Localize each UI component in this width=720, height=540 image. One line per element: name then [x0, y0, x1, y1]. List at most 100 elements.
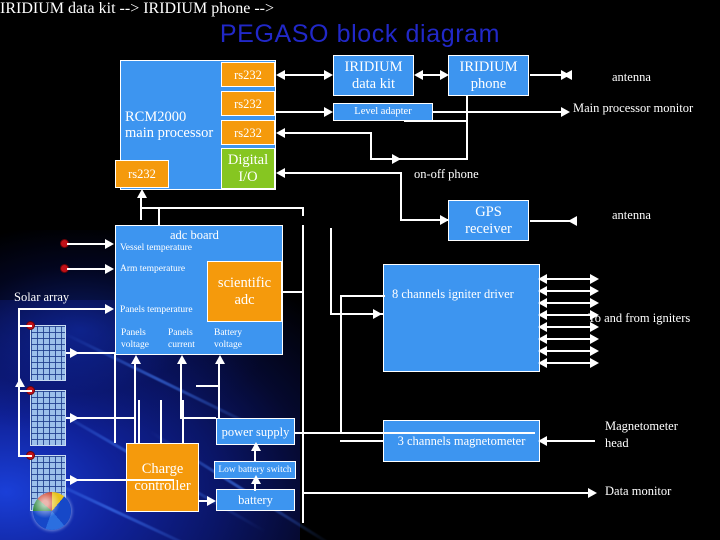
- block-gps-receiver[interactable]: GPS receiver: [448, 200, 529, 241]
- wire: [18, 308, 107, 310]
- wire: [433, 111, 563, 113]
- wire: [196, 385, 220, 387]
- wire: [541, 362, 597, 364]
- block-rs232-third[interactable]: rs232: [221, 120, 275, 145]
- wire: [134, 417, 136, 443]
- arrow-right: [207, 496, 216, 506]
- label-magnetometer-head: Magnetometer head: [605, 419, 678, 450]
- arrow-left: [276, 70, 285, 80]
- wire: [541, 302, 597, 304]
- adc-input-vessel-temperature: Vessel temperature: [120, 243, 193, 253]
- wire: [541, 440, 595, 442]
- solar-panel: [30, 325, 66, 381]
- wire: [541, 290, 597, 292]
- block-digital-io[interactable]: Digital I/O: [221, 148, 275, 189]
- wire: [218, 363, 220, 387]
- solar-panel: [30, 390, 66, 446]
- page-title: PEGASO block diagram: [219, 20, 501, 48]
- wire: [284, 132, 372, 134]
- arrow-right: [588, 488, 597, 498]
- adc-input-panels-voltage: Panels voltage: [121, 328, 149, 350]
- wire: [66, 479, 174, 481]
- earth-globe-icon: [33, 492, 71, 530]
- arrow-left: [538, 298, 547, 308]
- wire: [400, 172, 402, 220]
- arrow-right: [590, 310, 599, 320]
- arrow-up: [137, 189, 147, 198]
- arrow-right: [590, 346, 599, 356]
- wire: [541, 338, 597, 340]
- wire: [396, 158, 468, 160]
- arrow-right: [440, 70, 449, 80]
- arrow-right: [590, 298, 599, 308]
- adc-input-panels-current: Panels current: [168, 328, 195, 350]
- wire: [295, 432, 535, 434]
- arrow-up: [251, 442, 261, 451]
- block-charge-controller[interactable]: Charge controller: [126, 443, 199, 512]
- arrow-right: [590, 358, 599, 368]
- wire: [180, 417, 216, 419]
- arrow-left: [538, 436, 547, 446]
- arrow-left: [538, 346, 547, 356]
- block-battery[interactable]: battery: [216, 489, 295, 511]
- label-antenna-gps: antenna: [612, 208, 651, 222]
- wire: [284, 74, 326, 76]
- wire: [330, 228, 332, 314]
- arrow-up: [251, 475, 261, 484]
- arrow-left: [414, 70, 423, 80]
- label-main-processor-monitor: Main processor monitor: [573, 101, 694, 115]
- arrow-right: [392, 154, 401, 164]
- arrow-left: [538, 310, 547, 320]
- arrow-right: [105, 264, 114, 274]
- arrow-right: [105, 304, 114, 314]
- wire: [302, 207, 304, 216]
- wire: [18, 455, 32, 457]
- wire: [340, 295, 385, 297]
- wire: [284, 172, 402, 174]
- arrow-right: [324, 70, 333, 80]
- arrow-right: [440, 215, 449, 225]
- adc-input-arm-temperature: Arm temperature: [120, 264, 186, 274]
- adc-input-panels-temperature: Panels temperature: [120, 305, 193, 315]
- wire: [283, 291, 302, 293]
- wire: [302, 225, 304, 493]
- arrow-right: [590, 334, 599, 344]
- wire: [541, 314, 597, 316]
- arrow-left: [276, 168, 285, 178]
- wire: [138, 400, 140, 443]
- wire: [67, 268, 107, 270]
- arrow-left: [538, 358, 547, 368]
- arrow-right: [590, 286, 599, 296]
- wire: [541, 278, 597, 280]
- wire: [160, 400, 162, 443]
- arrow-left: [538, 274, 547, 284]
- wire: [140, 207, 304, 209]
- block-iridium-data-kit[interactable]: IRIDIUM data kit: [333, 55, 414, 96]
- wire: [541, 326, 597, 328]
- arrow-left: [538, 286, 547, 296]
- block-power-supply[interactable]: power supply: [216, 418, 295, 445]
- arrow-left: [568, 216, 577, 226]
- arrow-right: [590, 322, 599, 332]
- wire: [67, 243, 107, 245]
- arrow-up: [131, 355, 141, 364]
- label-on-off-phone: on-off phone: [414, 167, 479, 181]
- block-magnetometer[interactable]: 3 channels magnetometer: [383, 420, 540, 462]
- block-level-adapter[interactable]: Level adapter: [333, 103, 433, 121]
- wire: [541, 350, 597, 352]
- block-rs232-top[interactable]: rs232: [221, 62, 275, 87]
- arrow-up: [177, 355, 187, 364]
- block-scientific-adc[interactable]: scientific adc: [207, 261, 282, 322]
- block-iridium-phone[interactable]: IRIDIUM phone: [448, 55, 529, 96]
- wire: [304, 492, 590, 494]
- arrow-up: [215, 355, 225, 364]
- arrow-right: [590, 274, 599, 284]
- wire: [182, 400, 184, 443]
- label-data-monitor: Data monitor: [605, 484, 672, 498]
- wire: [18, 325, 32, 327]
- wire: [140, 198, 142, 220]
- block-igniter-driver[interactable]: 8 channels igniter driver: [383, 264, 540, 372]
- arrow-left: [538, 322, 547, 332]
- block-rs232-bottom[interactable]: rs232: [115, 160, 169, 188]
- block-rs232-second[interactable]: rs232: [221, 91, 275, 116]
